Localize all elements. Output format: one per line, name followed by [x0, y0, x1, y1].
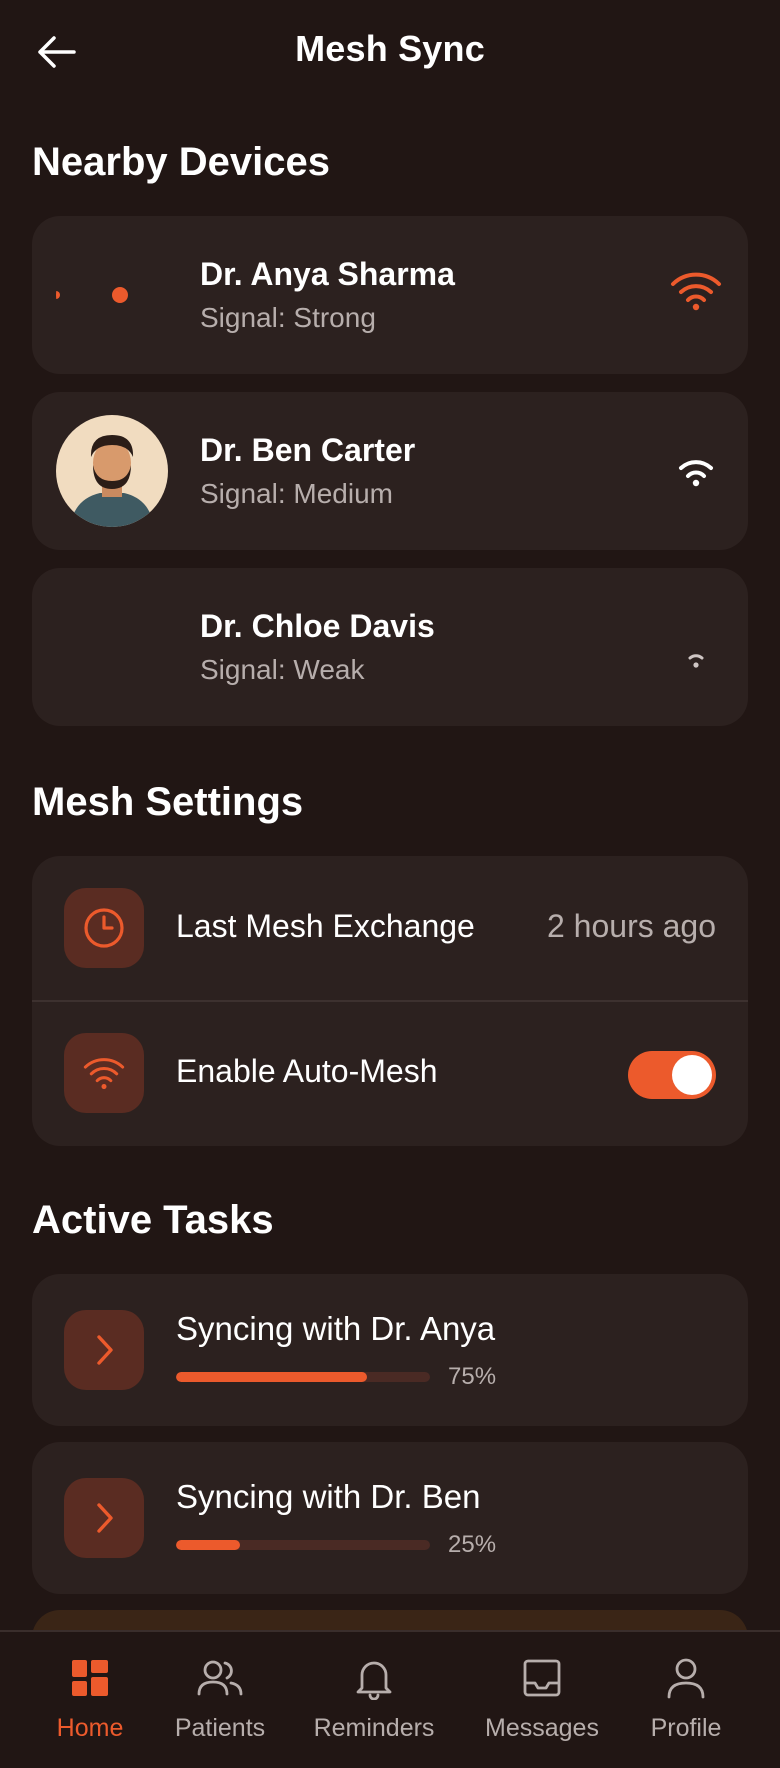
device-signal: Signal: Medium — [200, 478, 393, 509]
page-title: Mesh Sync — [295, 28, 485, 69]
clock-icon — [64, 888, 144, 968]
inbox-icon — [518, 1654, 566, 1702]
avatar — [56, 591, 168, 703]
wifi-medium-icon — [679, 460, 713, 487]
progress-text: 75% — [448, 1363, 497, 1390]
avatar — [56, 239, 168, 351]
wifi-strong-icon — [671, 272, 721, 311]
avatar — [56, 415, 168, 527]
nav-item-reminders[interactable]: Reminders — [304, 1632, 444, 1768]
task-card-anya[interactable]: Syncing with Dr. Anya 75% — [32, 1274, 748, 1426]
nav-item-patients[interactable]: Patients — [160, 1632, 280, 1768]
progress-bar — [176, 1540, 430, 1550]
device-name: Dr. Ben Carter — [200, 432, 416, 468]
chevron-right-icon — [64, 1310, 144, 1390]
nav-label: Home — [56, 1714, 124, 1742]
device-card-anya[interactable]: Dr. Anya Sharma Signal: Strong — [32, 216, 748, 374]
wifi-weak-icon — [688, 654, 704, 668]
progress-fill — [176, 1372, 367, 1382]
last-mesh-exchange-row[interactable]: Last Mesh Exchange 2 hours ago — [32, 856, 748, 1000]
toggle-knob — [672, 1055, 712, 1095]
nav-item-home[interactable]: Home — [40, 1632, 140, 1768]
nav-label: Profile — [650, 1714, 722, 1742]
nav-label: Patients — [174, 1714, 266, 1742]
dashboard-icon — [66, 1654, 114, 1702]
nav-item-messages[interactable]: Messages — [478, 1632, 606, 1768]
auto-mesh-row: Enable Auto-Mesh — [32, 1001, 748, 1145]
progress-fill — [176, 1540, 240, 1550]
device-signal: Signal: Weak — [200, 654, 365, 685]
device-name: Dr. Anya Sharma — [200, 256, 455, 292]
device-name: Dr. Chloe Davis — [200, 608, 435, 644]
bell-icon — [350, 1654, 398, 1702]
last-mesh-exchange-label: Last Mesh Exchange — [176, 908, 475, 944]
device-card-chloe[interactable]: Dr. Chloe Davis Signal: Weak — [32, 568, 748, 726]
active-tasks-heading: Active Tasks — [32, 1198, 274, 1242]
progress-bar — [176, 1372, 430, 1382]
app-header: Mesh Sync — [0, 0, 780, 104]
last-mesh-exchange-value: 2 hours ago — [546, 908, 716, 944]
task-label: Syncing with Dr. Anya — [176, 1310, 496, 1347]
progress-text: 25% — [448, 1531, 497, 1558]
nearby-devices-heading: Nearby Devices — [32, 140, 330, 184]
mesh-settings-card: Last Mesh Exchange 2 hours ago Enable Au… — [32, 856, 748, 1146]
people-icon — [196, 1654, 244, 1702]
device-signal: Signal: Strong — [200, 302, 376, 333]
task-card-ben[interactable]: Syncing with Dr. Ben 25% — [32, 1442, 748, 1594]
nav-label: Messages — [485, 1714, 599, 1742]
user-icon — [662, 1654, 710, 1702]
nav-item-profile[interactable]: Profile — [636, 1632, 736, 1768]
wifi-icon — [64, 1033, 144, 1113]
device-card-ben[interactable]: Dr. Ben Carter Signal: Medium — [32, 392, 748, 550]
task-label: Syncing with Dr. Ben — [176, 1478, 481, 1515]
nav-label: Reminders — [313, 1714, 435, 1742]
mesh-settings-heading: Mesh Settings — [32, 780, 304, 824]
auto-mesh-toggle[interactable] — [628, 1051, 716, 1099]
chevron-right-icon — [64, 1478, 144, 1558]
bottom-nav: Home Patients Reminders Messages Profile — [0, 1630, 780, 1768]
auto-mesh-label: Enable Auto-Mesh — [176, 1053, 438, 1089]
